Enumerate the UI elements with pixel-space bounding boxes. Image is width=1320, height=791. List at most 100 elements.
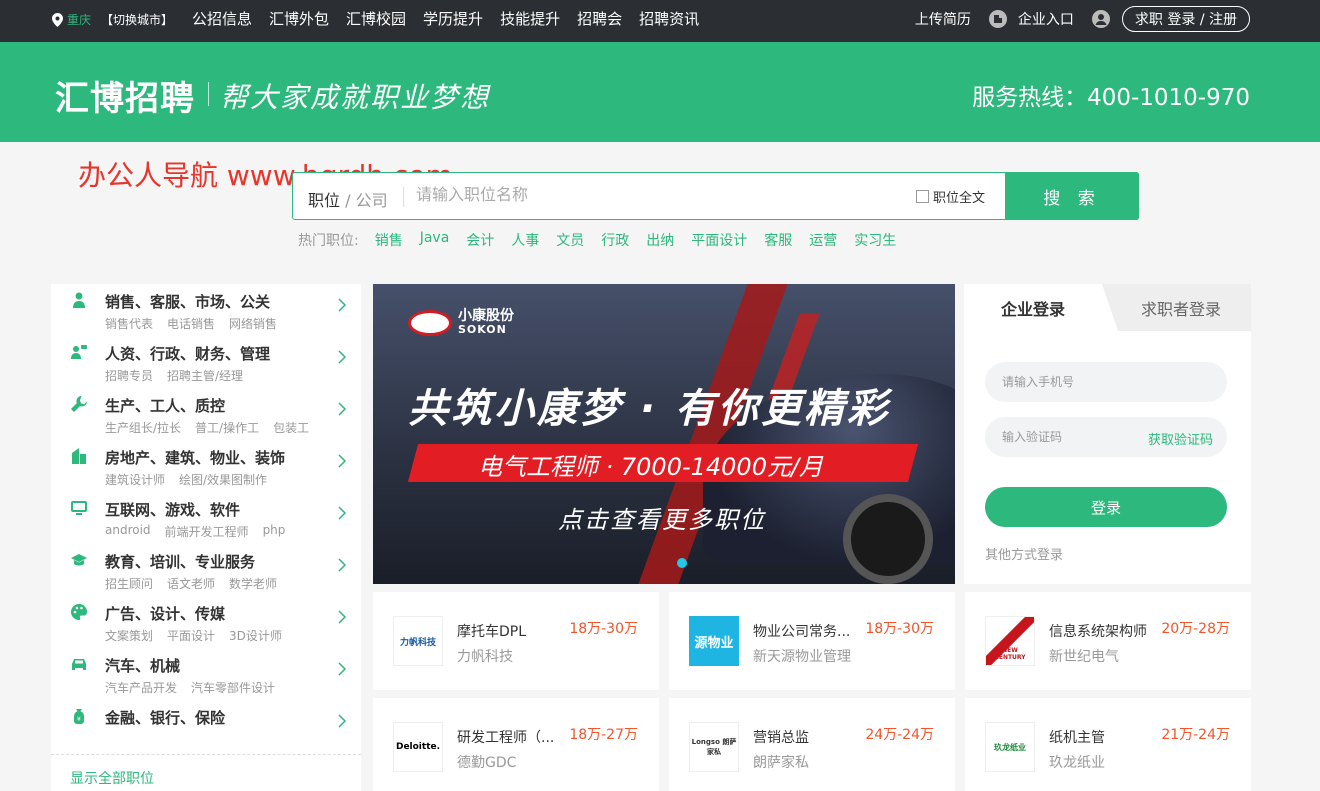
upload-resume-link[interactable]: 上传简历 bbox=[915, 9, 971, 29]
chevron-right-icon bbox=[338, 714, 347, 728]
hot-keyword[interactable]: 实习生 bbox=[854, 230, 896, 250]
category-sub[interactable]: 普工/操作工 bbox=[195, 419, 259, 436]
jobseeker-login-button[interactable]: 求职 登录 / 注册 bbox=[1121, 6, 1250, 32]
category-item[interactable]: 互联网、游戏、软件 android 前端开发工程师 php bbox=[51, 492, 361, 544]
job-card[interactable]: 玖龙纸业 纸机主管 玖龙纸业 21万-24万 bbox=[965, 698, 1251, 791]
hot-keyword[interactable]: 文员 bbox=[556, 230, 584, 250]
nav-zixun[interactable]: 招聘资讯 bbox=[639, 8, 699, 29]
category-sub[interactable]: 文案策划 bbox=[105, 627, 153, 644]
search-input[interactable] bbox=[416, 184, 896, 208]
hot-keyword[interactable]: 平面设计 bbox=[691, 230, 747, 250]
team-icon bbox=[71, 345, 87, 359]
nav-jineng[interactable]: 技能提升 bbox=[500, 8, 560, 29]
category-item[interactable]: 房地产、建筑、物业、装饰 建筑设计师 绘图/效果图制作 bbox=[51, 440, 361, 492]
category-sub[interactable]: 包装工 bbox=[273, 419, 309, 436]
category-sub[interactable]: 生产组长/拉长 bbox=[105, 419, 181, 436]
location[interactable]: 重庆 【切换城市】 bbox=[52, 11, 173, 28]
sokon-logo: 小康股份 SOKON bbox=[408, 309, 514, 337]
tab-jobseeker-login[interactable]: 求职者登录 bbox=[1111, 284, 1251, 331]
category-sub[interactable]: 绘图/效果图制作 bbox=[179, 471, 267, 488]
logo-divider bbox=[208, 82, 209, 106]
graduation-cap-icon bbox=[71, 554, 87, 566]
category-sub[interactable]: 销售代表 bbox=[105, 315, 153, 332]
carousel-dot[interactable] bbox=[677, 558, 687, 568]
category-item[interactable]: 教育、培训、专业服务 招生顾问 语文老师 数学老师 bbox=[51, 544, 361, 596]
category-sub[interactable]: 语文老师 bbox=[167, 575, 215, 592]
category-sub[interactable]: 网络销售 bbox=[229, 315, 277, 332]
nav-zhaopinhui[interactable]: 招聘会 bbox=[577, 8, 622, 29]
company-logo: 力帆科技 bbox=[393, 616, 443, 666]
category-sub[interactable]: 前端开发工程师 bbox=[165, 523, 249, 540]
banner-headline: 共筑小康梦 · 有你更精彩 bbox=[408, 386, 891, 432]
category-sub[interactable]: 招聘主管/经理 bbox=[167, 367, 243, 384]
brand-en: SOKON bbox=[458, 323, 507, 336]
code-field: 获取验证码 bbox=[985, 417, 1227, 457]
job-title: 信息系统架构师 bbox=[1049, 624, 1147, 640]
job-card[interactable]: Longso 朗萨家私 营销总监 朗萨家私 24万-24万 bbox=[669, 698, 955, 791]
chevron-right-icon bbox=[338, 558, 347, 572]
category-title: 人资、行政、财务、管理 bbox=[105, 345, 271, 363]
phone-input[interactable] bbox=[1002, 371, 1152, 393]
hot-keyword[interactable]: Java bbox=[420, 230, 450, 250]
category-sub[interactable]: 汽车产品开发 bbox=[105, 679, 177, 696]
job-card[interactable]: 力帆科技 摩托车DPL 力帆科技 18万-30万 bbox=[373, 592, 659, 690]
hot-keyword[interactable]: 销售 bbox=[375, 230, 403, 250]
category-sub[interactable]: 建筑设计师 bbox=[105, 471, 165, 488]
nav-gongzhao[interactable]: 公招信息 bbox=[192, 8, 252, 29]
enterprise-entry-link[interactable]: 企业入口 bbox=[1018, 9, 1074, 29]
get-code-button[interactable]: 获取验证码 bbox=[1148, 429, 1213, 448]
tab-company-login[interactable]: 企业登录 bbox=[964, 284, 1118, 331]
salary: 18万-30万 bbox=[569, 621, 638, 637]
car-wheel bbox=[843, 494, 933, 584]
category-item[interactable]: ¥ 金融、银行、保险 bbox=[51, 700, 361, 752]
nav-xueli[interactable]: 学历提升 bbox=[423, 8, 483, 29]
job-card[interactable]: 源物业 物业公司常务... 新天源物业管理 18万-30万 bbox=[669, 592, 955, 690]
code-input[interactable] bbox=[1002, 426, 1152, 448]
nav-waibao[interactable]: 汇博外包 bbox=[269, 8, 329, 29]
category-item[interactable]: 人资、行政、财务、管理 招聘专员 招聘主管/经理 bbox=[51, 336, 361, 388]
wrench-icon bbox=[71, 396, 87, 412]
switch-city-link[interactable]: 【切换城市】 bbox=[101, 11, 173, 28]
search-bar: 职位 / 公司 职位全文 搜 索 bbox=[292, 172, 1139, 220]
hot-keyword[interactable]: 运营 bbox=[809, 230, 837, 250]
job-card[interactable]: NEW CENTURY 信息系统架构师 新世纪电气 20万-28万 bbox=[965, 592, 1251, 690]
show-all-jobs-link[interactable]: 显示全部职位 bbox=[70, 768, 154, 788]
category-sidebar: 销售、客服、市场、公关 销售代表 电话销售 网络销售 人资、行政、财务、管理 招聘专… bbox=[51, 284, 361, 791]
category-item[interactable]: 生产、工人、质控 生产组长/拉长 普工/操作工 包装工 bbox=[51, 388, 361, 440]
divider bbox=[51, 754, 361, 755]
category-sub[interactable]: 数学老师 bbox=[229, 575, 277, 592]
category-sub[interactable]: 招聘专员 bbox=[105, 367, 153, 384]
site-logo[interactable]: 汇博招聘 bbox=[55, 71, 195, 120]
search-button[interactable]: 搜 索 bbox=[1005, 172, 1139, 220]
nav-xiaoyuan[interactable]: 汇博校园 bbox=[346, 8, 406, 29]
car-icon bbox=[72, 659, 86, 670]
category-sub[interactable]: android bbox=[105, 523, 151, 540]
category-sub[interactable]: php bbox=[263, 523, 286, 540]
category-sub[interactable]: 汽车零部件设计 bbox=[191, 679, 275, 696]
category-sub[interactable]: 招生顾问 bbox=[105, 575, 153, 592]
login-button[interactable]: 登录 bbox=[985, 487, 1227, 527]
hot-keyword[interactable]: 出纳 bbox=[646, 230, 674, 250]
chevron-right-icon bbox=[338, 350, 347, 364]
search-type-selector[interactable]: 职位 / 公司 bbox=[308, 187, 388, 211]
job-card[interactable]: Deloitte. 研发工程师（... 德勤GDC 18万-27万 bbox=[373, 698, 659, 791]
login-tabs: 企业登录 求职者登录 bbox=[964, 284, 1251, 331]
chevron-right-icon bbox=[338, 610, 347, 624]
hot-keyword[interactable]: 人事 bbox=[511, 230, 539, 250]
promo-banner[interactable]: 小康股份 SOKON 共筑小康梦 · 有你更精彩 电气工程师 · 7000-140… bbox=[373, 284, 955, 584]
category-sub[interactable]: 3D设计师 bbox=[229, 627, 282, 644]
category-sub[interactable]: 电话销售 bbox=[167, 315, 215, 332]
other-login-link[interactable]: 其他方式登录 bbox=[985, 544, 1063, 563]
fulltext-checkbox[interactable]: 职位全文 bbox=[916, 187, 985, 206]
category-item[interactable]: 销售、客服、市场、公关 销售代表 电话销售 网络销售 bbox=[51, 284, 361, 336]
top-nav: 公招信息 汇博外包 汇博校园 学历提升 技能提升 招聘会 招聘资讯 bbox=[192, 8, 699, 29]
hot-keyword[interactable]: 行政 bbox=[601, 230, 629, 250]
hot-keyword[interactable]: 客服 bbox=[764, 230, 792, 250]
job-title: 营销总监 bbox=[753, 730, 809, 746]
hot-keyword[interactable]: 会计 bbox=[466, 230, 494, 250]
job-title: 物业公司常务... bbox=[753, 624, 851, 640]
category-sub[interactable]: 平面设计 bbox=[167, 627, 215, 644]
category-title: 销售、客服、市场、公关 bbox=[105, 293, 271, 311]
category-item[interactable]: 广告、设计、传媒 文案策划 平面设计 3D设计师 bbox=[51, 596, 361, 648]
category-item[interactable]: 汽车、机械 汽车产品开发 汽车零部件设计 bbox=[51, 648, 361, 700]
